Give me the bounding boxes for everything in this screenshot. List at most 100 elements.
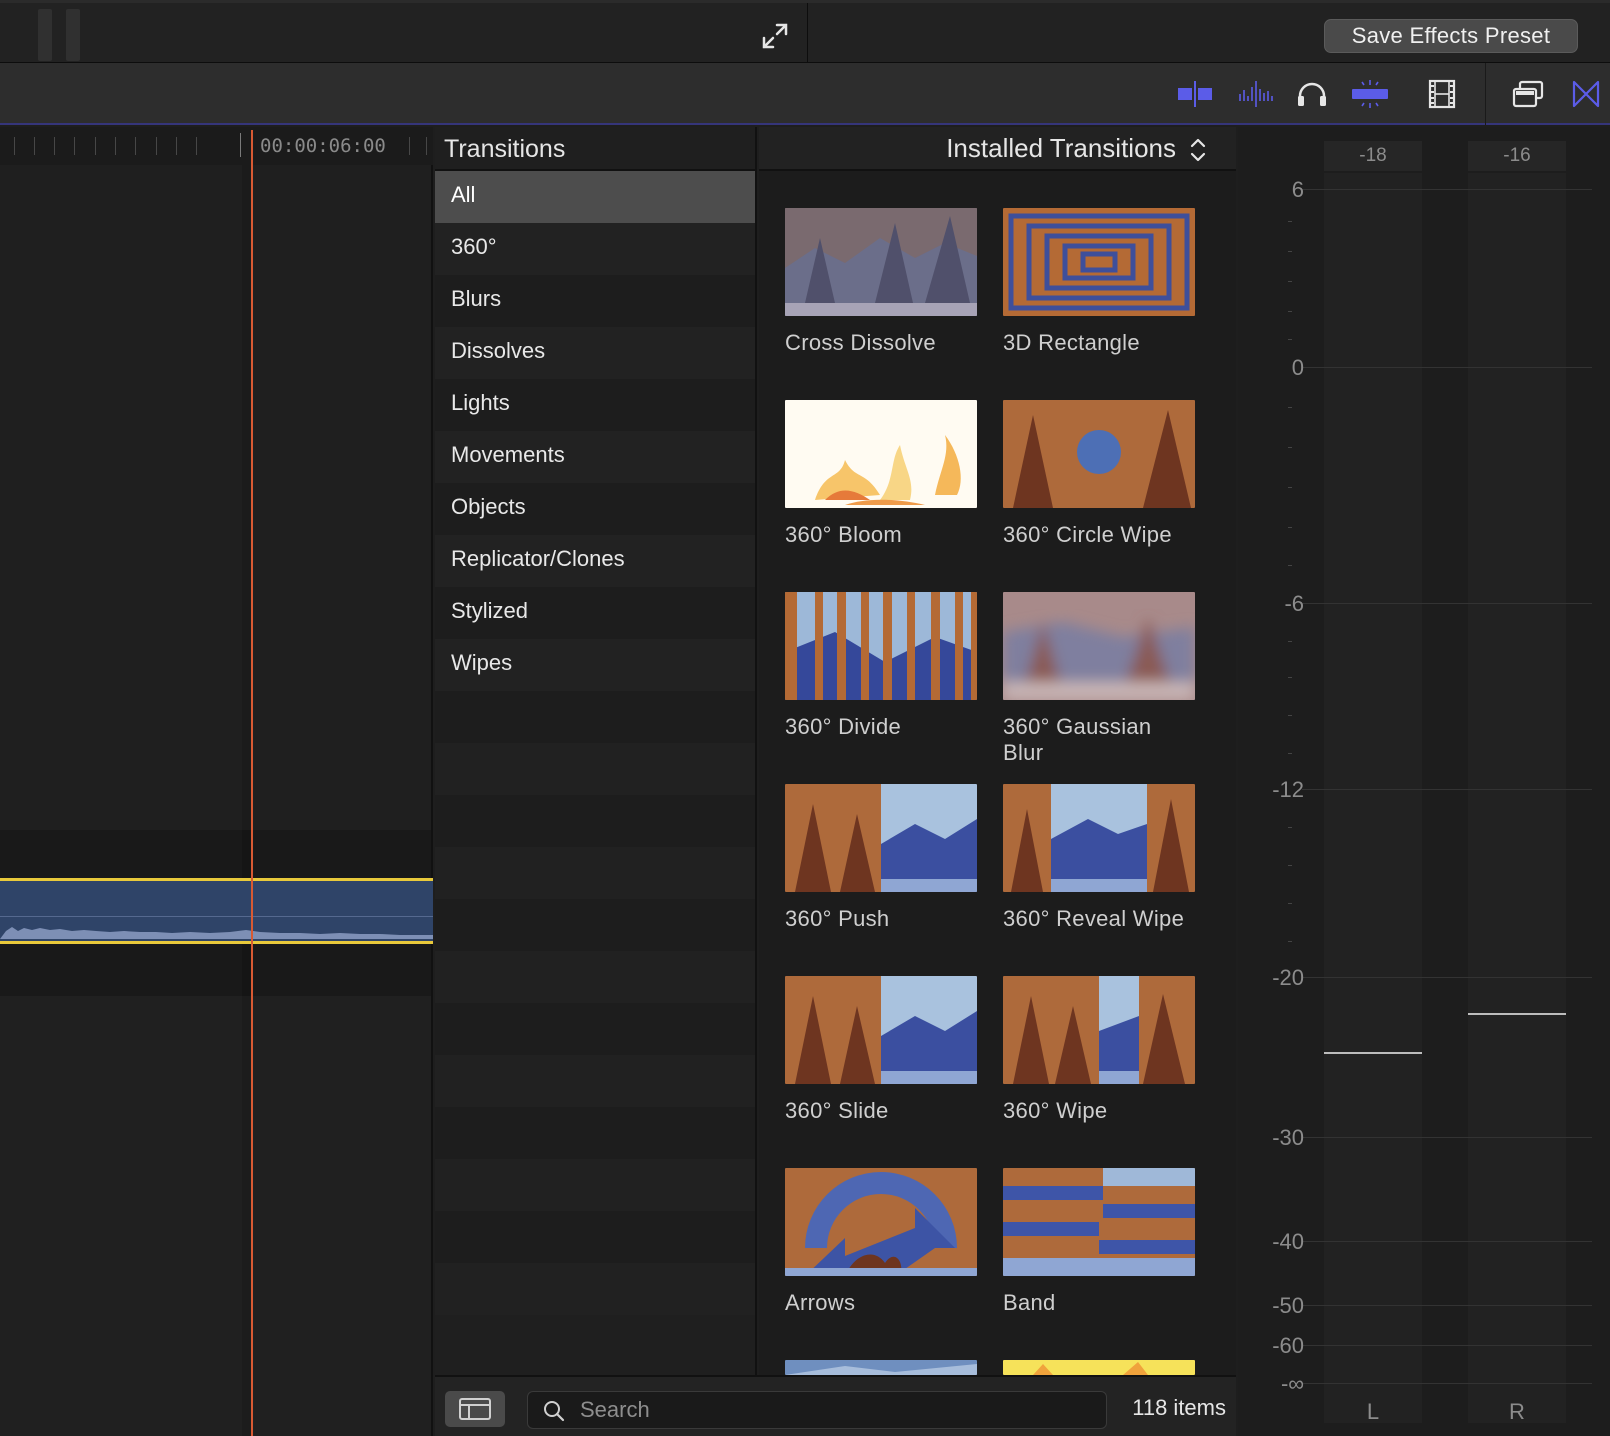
audio-waveform <box>0 927 433 939</box>
sidebar-empty-row <box>435 951 755 1003</box>
db-scale-label: -40 <box>1272 1229 1304 1254</box>
cross-dissolve-thumbnail <box>785 208 977 316</box>
transition-item-360-push[interactable]: 360° Push <box>785 784 977 932</box>
search-input[interactable] <box>580 1397 1080 1423</box>
collection-selector[interactable]: Installed Transitions <box>946 133 1176 164</box>
audio-skimming-icon[interactable] <box>1236 79 1276 109</box>
transition-item-360-divide[interactable]: 360° Divide <box>785 592 977 740</box>
category-objects[interactable]: Objects <box>435 483 755 535</box>
transitions-browser[interactable]: Installed Transitions Cross Dissolve 3D … <box>759 127 1236 1375</box>
snapping-icon[interactable] <box>1350 79 1390 109</box>
sidebar-layout-icon <box>459 1398 491 1420</box>
primary-storyline-area[interactable] <box>0 165 431 830</box>
transition-item-360-gaussian-blur[interactable]: 360° Gaussian Blur <box>1003 592 1195 766</box>
transition-item-360-slide[interactable]: 360° Slide <box>785 976 977 1124</box>
toolbar-separator <box>1485 63 1486 125</box>
transition-label: 360° Reveal Wipe <box>1003 906 1185 931</box>
transition-item-3d-rectangle[interactable]: 3D Rectangle <box>1003 208 1195 356</box>
clip-skimming-icon[interactable] <box>1176 79 1216 109</box>
category-blurs[interactable]: Blurs <box>435 275 755 327</box>
category-stylized[interactable]: Stylized <box>435 587 755 639</box>
sidebar-empty-row <box>435 1159 755 1211</box>
transition-item-360-bloom[interactable]: 360° Bloom <box>785 400 977 548</box>
headphones-icon[interactable] <box>1292 79 1332 109</box>
transition-label: 360° Circle Wipe <box>1003 522 1172 547</box>
search-field[interactable] <box>527 1391 1107 1429</box>
360-bloom-thumbnail <box>785 400 977 508</box>
db-scale-label: -60 <box>1272 1333 1304 1358</box>
timeline-panel[interactable]: 00:00:06:00 <box>0 127 433 1436</box>
category-lights[interactable]: Lights <box>435 379 755 431</box>
transition-label: 360° Wipe <box>1003 1098 1108 1123</box>
sidebar-empty-row <box>435 899 755 951</box>
sidebar-title: Transitions <box>435 127 755 171</box>
360-push-thumbnail <box>785 784 977 892</box>
meter-channel-right <box>1468 173 1566 1423</box>
sidebar-empty-row <box>435 1107 755 1159</box>
timeline-ruler[interactable]: 00:00:06:00 <box>0 127 433 165</box>
360-gaussian-blur-thumbnail <box>1003 592 1195 700</box>
playhead[interactable] <box>251 130 253 1436</box>
clip-appearance-icon[interactable] <box>1508 79 1548 109</box>
sidebar-empty-row <box>435 743 755 795</box>
item-count: 118 items <box>1132 1395 1226 1420</box>
category-replicator-clones[interactable]: Replicator/Clones <box>435 535 755 587</box>
transition-label: 360° Slide <box>785 1098 889 1123</box>
transition-item-band[interactable]: Band <box>1003 1168 1195 1316</box>
category-dissolves[interactable]: Dissolves <box>435 327 755 379</box>
db-scale-label: -50 <box>1272 1293 1304 1318</box>
sidebar-empty-row <box>435 1003 755 1055</box>
transition-item-360-circle-wipe[interactable]: 360° Circle Wipe <box>1003 400 1195 548</box>
transition-item-cross-dissolve[interactable]: Cross Dissolve <box>785 208 977 356</box>
fullscreen-expand-icon[interactable] <box>760 21 790 51</box>
meter-level-left <box>1324 1052 1422 1054</box>
360-circle-wipe-thumbnail <box>1003 400 1195 508</box>
360-divide-thumbnail <box>785 592 977 700</box>
sidebar-empty-row <box>435 847 755 899</box>
sidebar-toggle-button[interactable] <box>445 1391 505 1427</box>
360-reveal-wipe-thumbnail <box>1003 784 1195 892</box>
transition-item-arrows[interactable]: Arrows <box>785 1168 977 1316</box>
transition-label: 360° Gaussian Blur <box>1003 714 1152 765</box>
category-all[interactable]: All <box>435 171 755 223</box>
partial-thumbnail <box>1003 1360 1195 1375</box>
transition-label: Cross Dissolve <box>785 330 936 355</box>
db-scale-label: -6 <box>1284 591 1304 616</box>
sidebar-empty-row <box>435 795 755 847</box>
transition-label: Arrows <box>785 1290 856 1315</box>
peak-readout-right: -16 <box>1468 141 1566 171</box>
transition-label: 360° Bloom <box>785 522 902 547</box>
sidebar-empty-row <box>435 1211 755 1263</box>
audio-meters: -18 -16 6 0 -6 -12 -20 -30 -40 -50 -60 -… <box>1238 127 1610 1436</box>
viewer-top-bar: Save Effects Preset <box>0 0 1610 66</box>
category-360[interactable]: 360° <box>435 223 755 275</box>
audio-clip[interactable] <box>0 878 433 944</box>
band-thumbnail <box>1003 1168 1195 1276</box>
browser-bottom-bar: 118 items <box>435 1375 1236 1436</box>
ruler-timecode: 00:00:06:00 <box>260 135 386 157</box>
viewer-controls-area <box>0 3 808 66</box>
sidebar-empty-row <box>435 1055 755 1107</box>
filmstrip-icon[interactable] <box>1422 79 1462 109</box>
browser-header: Installed Transitions <box>759 127 1236 171</box>
db-scale-label: 0 <box>1291 355 1304 380</box>
360-wipe-thumbnail <box>1003 976 1195 1084</box>
db-scale-label: -12 <box>1272 777 1304 802</box>
db-scale-label: -20 <box>1272 965 1304 990</box>
chevron-up-down-icon[interactable] <box>1188 136 1208 164</box>
category-movements[interactable]: Movements <box>435 431 755 483</box>
arrows-thumbnail <box>785 1168 977 1276</box>
transition-label: 360° Divide <box>785 714 902 739</box>
category-wipes[interactable]: Wipes <box>435 639 755 691</box>
channel-label-left: L <box>1366 1399 1380 1424</box>
transition-item-360-reveal-wipe[interactable]: 360° Reveal Wipe <box>1003 784 1195 932</box>
transition-item-360-wipe[interactable]: 360° Wipe <box>1003 976 1195 1124</box>
transitions-browser-icon[interactable] <box>1566 79 1606 109</box>
transition-item-partial[interactable] <box>785 1360 977 1375</box>
sidebar-empty-row <box>435 691 755 743</box>
transition-item-partial[interactable] <box>1003 1360 1195 1375</box>
save-effects-preset-button[interactable]: Save Effects Preset <box>1324 19 1578 53</box>
pause-icon[interactable] <box>38 9 80 61</box>
meter-level-right <box>1468 1013 1566 1015</box>
meter-channel-left <box>1324 173 1422 1423</box>
